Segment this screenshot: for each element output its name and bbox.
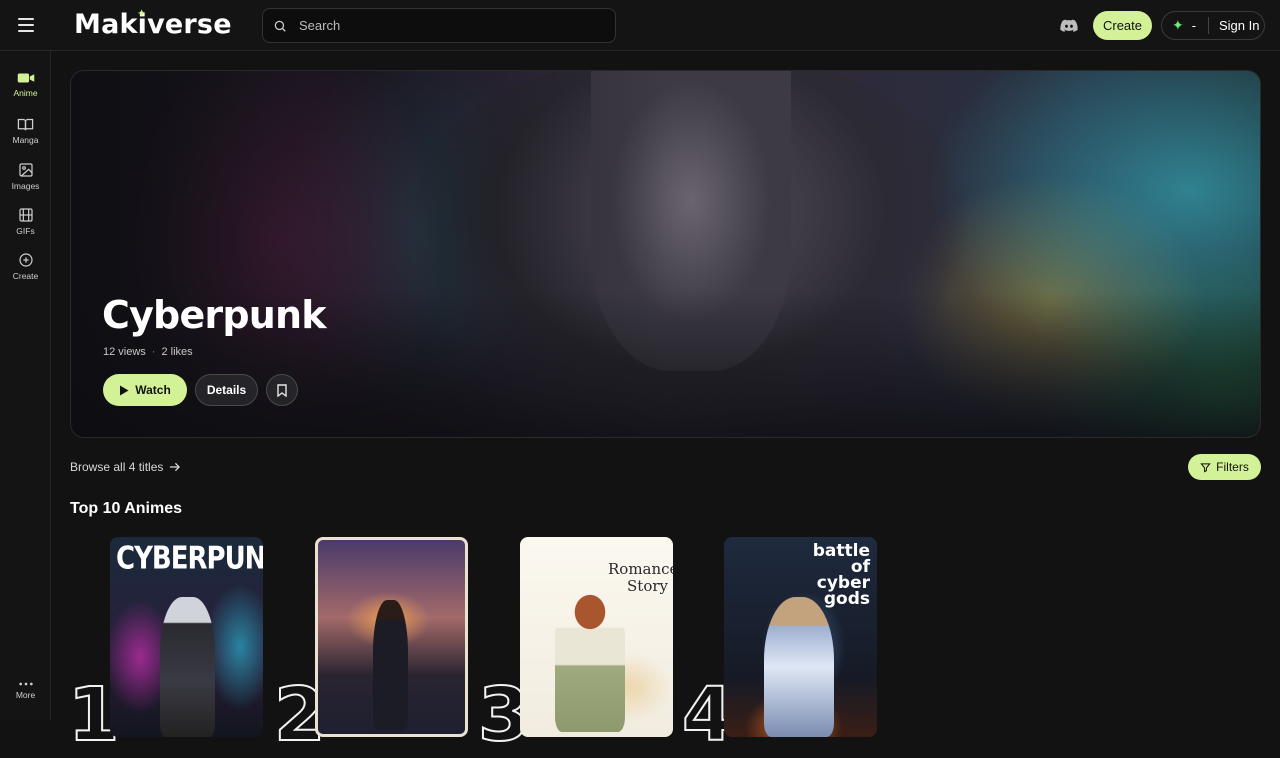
video-camera-icon: [17, 73, 34, 83]
anime-card-romance-story[interactable]: Romance Story: [520, 537, 673, 737]
credits-button[interactable]: ✦ -: [1162, 17, 1204, 34]
separator-dot: ·: [151, 346, 156, 358]
hamburger-menu-icon[interactable]: [14, 13, 38, 37]
watch-label: Watch: [135, 383, 171, 397]
sidebar-item-images[interactable]: Images: [0, 162, 51, 191]
play-icon: [120, 385, 129, 395]
sidebar-item-label: Images: [11, 181, 40, 191]
cover-art: [764, 597, 834, 737]
views-count: 12 views: [103, 346, 146, 358]
search-bar[interactable]: [262, 8, 616, 43]
sidebar-item-create[interactable]: Create: [0, 252, 51, 281]
credits-value: -: [1191, 18, 1197, 33]
discord-icon[interactable]: [1059, 16, 1079, 36]
details-button[interactable]: Details: [195, 374, 258, 406]
sidebar-item-label: Anime: [13, 88, 38, 98]
divider: [1208, 17, 1209, 34]
cover-art: [160, 597, 215, 737]
account-group: ✦ - Sign In: [1161, 11, 1265, 40]
sidebar: Anime Manga Images GIFs Create More: [0, 51, 51, 720]
section-title: Top 10 Animes: [70, 500, 183, 517]
sidebar-item-gifs[interactable]: GIFs: [0, 207, 51, 236]
watch-button[interactable]: Watch: [103, 374, 187, 406]
sidebar-item-anime[interactable]: Anime: [0, 71, 51, 98]
top-bar: Makiverse ✦ Create ✦ - Sign In: [0, 0, 1280, 51]
filters-label: Filters: [1216, 460, 1249, 474]
anime-card-battle-of-cyber-gods[interactable]: battle of cyber gods: [724, 537, 877, 737]
anime-card-2[interactable]: [315, 537, 468, 737]
sidebar-item-more[interactable]: More: [0, 681, 51, 700]
filters-button[interactable]: Filters: [1188, 454, 1261, 480]
cover-title: CYBERPUNK: [116, 541, 263, 577]
cover-title: Romance Story: [608, 560, 673, 595]
browse-all-link[interactable]: Browse all 4 titles: [70, 460, 181, 474]
sidebar-item-manga[interactable]: Manga: [0, 117, 51, 145]
film-icon: [18, 208, 33, 222]
browse-label: Browse all 4 titles: [70, 460, 164, 474]
filter-icon: [1200, 462, 1211, 472]
sign-in-button[interactable]: Sign In: [1219, 18, 1259, 33]
book-open-icon: [17, 118, 34, 131]
bookmark-button[interactable]: [266, 374, 298, 406]
hero-banner[interactable]: Cyberpunk 12 views · 2 likes Watch Detai…: [70, 70, 1261, 438]
anime-card-cyberpunk[interactable]: CYBERPUNK: [110, 537, 263, 737]
bookmark-icon: [277, 383, 287, 397]
cover-art: [373, 600, 408, 730]
plus-circle-icon: [18, 253, 33, 267]
search-icon: [274, 20, 286, 32]
spark-icon: ✦: [1172, 17, 1184, 33]
more-dots-icon: [18, 682, 33, 686]
cover-title: battle of cyber gods: [812, 541, 870, 610]
sidebar-item-label: GIFs: [16, 226, 35, 236]
logo[interactable]: Makiverse: [74, 9, 232, 40]
sidebar-item-label: Create: [12, 271, 39, 281]
search-input[interactable]: [299, 18, 599, 33]
arrow-right-icon: [170, 462, 181, 472]
image-icon: [18, 163, 33, 177]
hero-stats: 12 views · 2 likes: [103, 346, 193, 358]
sidebar-item-label: More: [15, 690, 36, 700]
hero-title: Cyberpunk: [102, 293, 327, 337]
sparkle-icon: ✦: [137, 8, 147, 20]
cover-art: [555, 582, 625, 732]
create-button[interactable]: Create: [1093, 11, 1152, 40]
sidebar-item-label: Manga: [12, 135, 39, 145]
likes-count: 2 likes: [161, 346, 193, 358]
